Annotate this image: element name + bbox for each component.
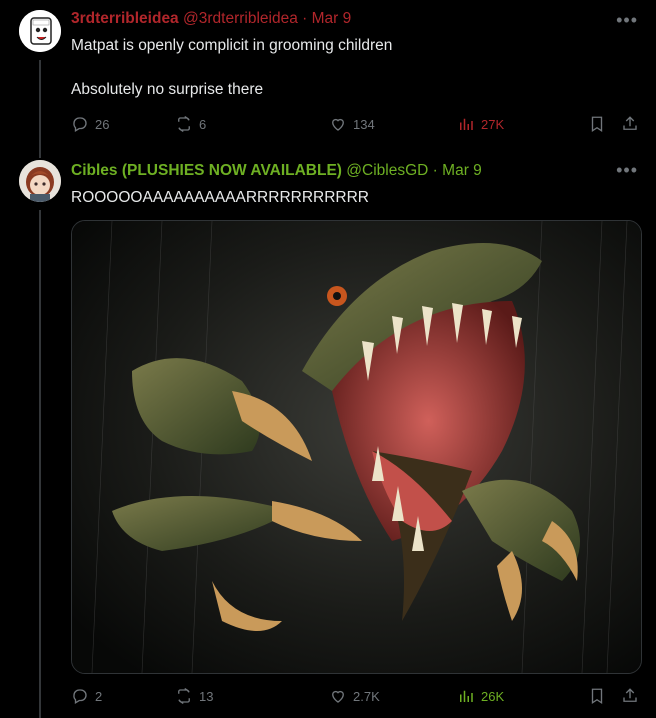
tweet-actions: 2 13 2.7K 26K xyxy=(71,687,641,709)
author-name[interactable]: 3rdterribleidea xyxy=(71,10,179,27)
reply-icon xyxy=(73,117,87,132)
reply-icon xyxy=(73,689,87,704)
tweet-date[interactable]: Mar 9 xyxy=(312,10,352,27)
views-button[interactable]: 27K xyxy=(457,115,504,133)
like-count: 2.7K xyxy=(353,688,380,704)
heart-icon xyxy=(332,690,344,703)
views-count: 26K xyxy=(481,688,505,704)
share-icon xyxy=(623,688,637,702)
author-handle[interactable]: @3rdterribleidea xyxy=(183,10,298,27)
author-handle[interactable]: @CiblesGD xyxy=(346,162,428,179)
tweet-header: 3rdterribleidea @3rdterribleidea · Mar 9 xyxy=(71,10,351,28)
bookmark-icon xyxy=(591,688,603,705)
retweet-icon xyxy=(178,687,190,705)
tweet[interactable]: Cibles (PLUSHIES NOW AVAILABLE) @CiblesG… xyxy=(0,150,656,718)
more-icon[interactable]: ••• xyxy=(616,160,638,181)
share-icon xyxy=(623,116,637,130)
bookmark-button[interactable] xyxy=(588,687,606,705)
retweet-button[interactable]: 13 xyxy=(175,687,213,705)
heart-icon xyxy=(332,118,344,131)
separator-dot: · xyxy=(432,162,438,179)
views-button[interactable]: 26K xyxy=(457,687,504,705)
share-button[interactable] xyxy=(621,115,639,133)
author-name[interactable]: Cibles (PLUSHIES NOW AVAILABLE) xyxy=(71,162,342,179)
tweet-text-line: Matpat is openly complicit in grooming c… xyxy=(71,37,393,54)
tweet-actions: 26 6 134 27K xyxy=(71,115,641,137)
reply-button[interactable]: 26 xyxy=(71,115,109,133)
tweet-date[interactable]: Mar 9 xyxy=(442,162,482,179)
tweet-header: Cibles (PLUSHIES NOW AVAILABLE) @CiblesG… xyxy=(71,162,482,180)
reply-count: 2 xyxy=(95,688,103,704)
more-icon[interactable]: ••• xyxy=(616,10,638,31)
bookmark-button[interactable] xyxy=(588,115,606,133)
bar-chart-icon xyxy=(460,690,473,702)
tweet-media-image[interactable] xyxy=(71,220,642,674)
views-count: 27K xyxy=(481,116,505,132)
reply-button[interactable]: 2 xyxy=(71,687,102,705)
retweet-icon xyxy=(178,115,190,133)
bar-chart-icon xyxy=(460,118,473,130)
avatar[interactable] xyxy=(19,160,61,202)
like-button[interactable]: 134 xyxy=(329,115,375,133)
avatar[interactable] xyxy=(19,10,61,52)
tweet[interactable]: 3rdterribleidea @3rdterribleidea · Mar 9… xyxy=(0,0,656,150)
dinosaur-image xyxy=(72,221,641,673)
retweet-count: 13 xyxy=(199,688,214,704)
share-button[interactable] xyxy=(621,687,639,705)
tweet-text-line: Absolutely no surprise there xyxy=(71,81,264,98)
bookmark-icon xyxy=(591,116,603,133)
like-button[interactable]: 2.7K xyxy=(329,687,380,705)
reply-count: 26 xyxy=(95,116,110,132)
retweet-count: 6 xyxy=(199,116,207,132)
retweet-button[interactable]: 6 xyxy=(175,115,206,133)
separator-dot: · xyxy=(302,10,308,27)
like-count: 134 xyxy=(353,116,375,132)
tweet-text-line: ROOOOOAAAAAAAAAARRRRRRRRRRR xyxy=(71,189,369,206)
